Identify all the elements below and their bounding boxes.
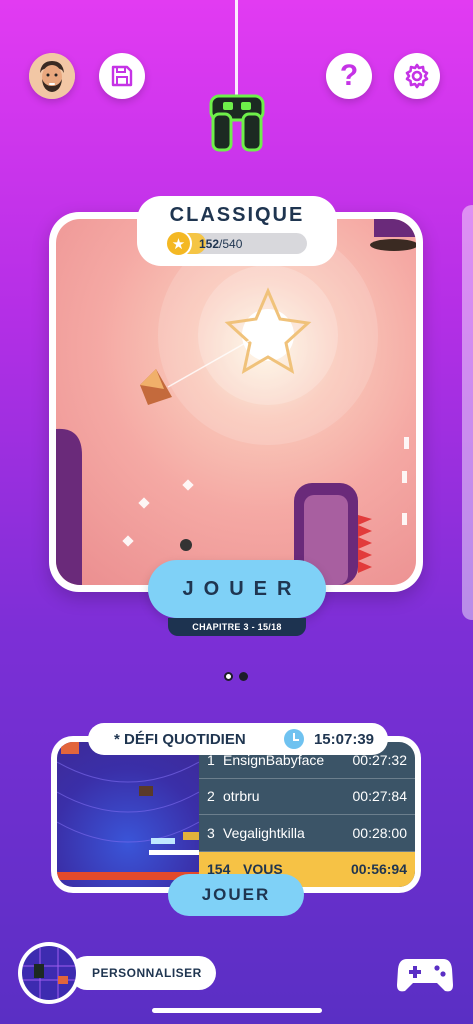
save-button[interactable] xyxy=(99,53,145,99)
daily-challenge-title: * DÉFI QUOTIDIEN xyxy=(114,730,246,748)
robot-tether xyxy=(235,0,238,98)
chapter-label: CHAPITRE 3 - 15/18 xyxy=(168,618,306,636)
page-dot-1[interactable] xyxy=(224,672,233,681)
home-indicator xyxy=(152,1008,322,1013)
customize-button[interactable]: PERSONNALISER xyxy=(18,942,216,1004)
floppy-disk-icon xyxy=(111,65,133,87)
stars-collected: 152 xyxy=(199,237,220,251)
avatar-icon xyxy=(29,53,75,99)
leaderboard-rank: 2 xyxy=(207,788,215,805)
stars-progress-bar: ★ 152/540 xyxy=(165,230,307,257)
stars-progress-label: 152/540 xyxy=(199,237,242,251)
star-icon: ★ xyxy=(165,230,192,257)
daily-challenge-card[interactable]: 1 EnsignBabyface 00:27:32 2 otrbru 00:27… xyxy=(51,736,421,893)
page-indicator xyxy=(224,672,248,681)
settings-button[interactable] xyxy=(394,53,440,99)
page-dot-2[interactable] xyxy=(239,672,248,681)
customize-thumbnail xyxy=(18,942,80,1004)
leaderboard-row: 2 otrbru 00:27:84 xyxy=(199,779,415,815)
daily-timer: 15:07:39 xyxy=(283,729,374,749)
leaderboard: 1 EnsignBabyface 00:27:32 2 otrbru 00:27… xyxy=(199,742,415,887)
daily-play-button[interactable]: JOUER xyxy=(168,874,304,916)
stars-total: /540 xyxy=(219,237,243,251)
level-preview-image xyxy=(56,219,416,585)
robot-icon xyxy=(209,94,265,152)
daily-timer-value: 15:07:39 xyxy=(313,730,374,748)
level-mode-header: CLASSIQUE ★ 152/540 xyxy=(137,196,337,266)
leaderboard-rank: 3 xyxy=(207,824,215,841)
gamepad-icon[interactable] xyxy=(397,955,453,993)
profile-avatar-button[interactable] xyxy=(29,53,75,99)
customize-label: PERSONNALISER xyxy=(70,956,216,990)
daily-challenge-header: * DÉFI QUOTIDIEN 15:07:39 xyxy=(88,723,388,755)
daily-challenge-preview xyxy=(57,742,200,887)
question-mark-icon: ? xyxy=(339,59,359,92)
gear-icon xyxy=(405,63,429,89)
play-button[interactable]: JOUER xyxy=(148,560,326,618)
clock-icon xyxy=(283,729,304,749)
next-mode-card-peek[interactable] xyxy=(462,205,473,620)
leaderboard-name: otrbru xyxy=(223,788,260,805)
leaderboard-row: 3 Vegalightkilla 00:28:00 xyxy=(199,815,415,852)
leaderboard-name: Vegalightkilla xyxy=(223,824,305,841)
leaderboard-time: 00:28:00 xyxy=(352,824,408,841)
level-card[interactable] xyxy=(49,212,423,592)
my-time: 00:56:94 xyxy=(350,861,407,878)
mode-title: CLASSIQUE xyxy=(169,204,305,226)
leaderboard-time: 00:27:84 xyxy=(352,788,408,805)
help-button[interactable]: ? xyxy=(326,53,372,99)
